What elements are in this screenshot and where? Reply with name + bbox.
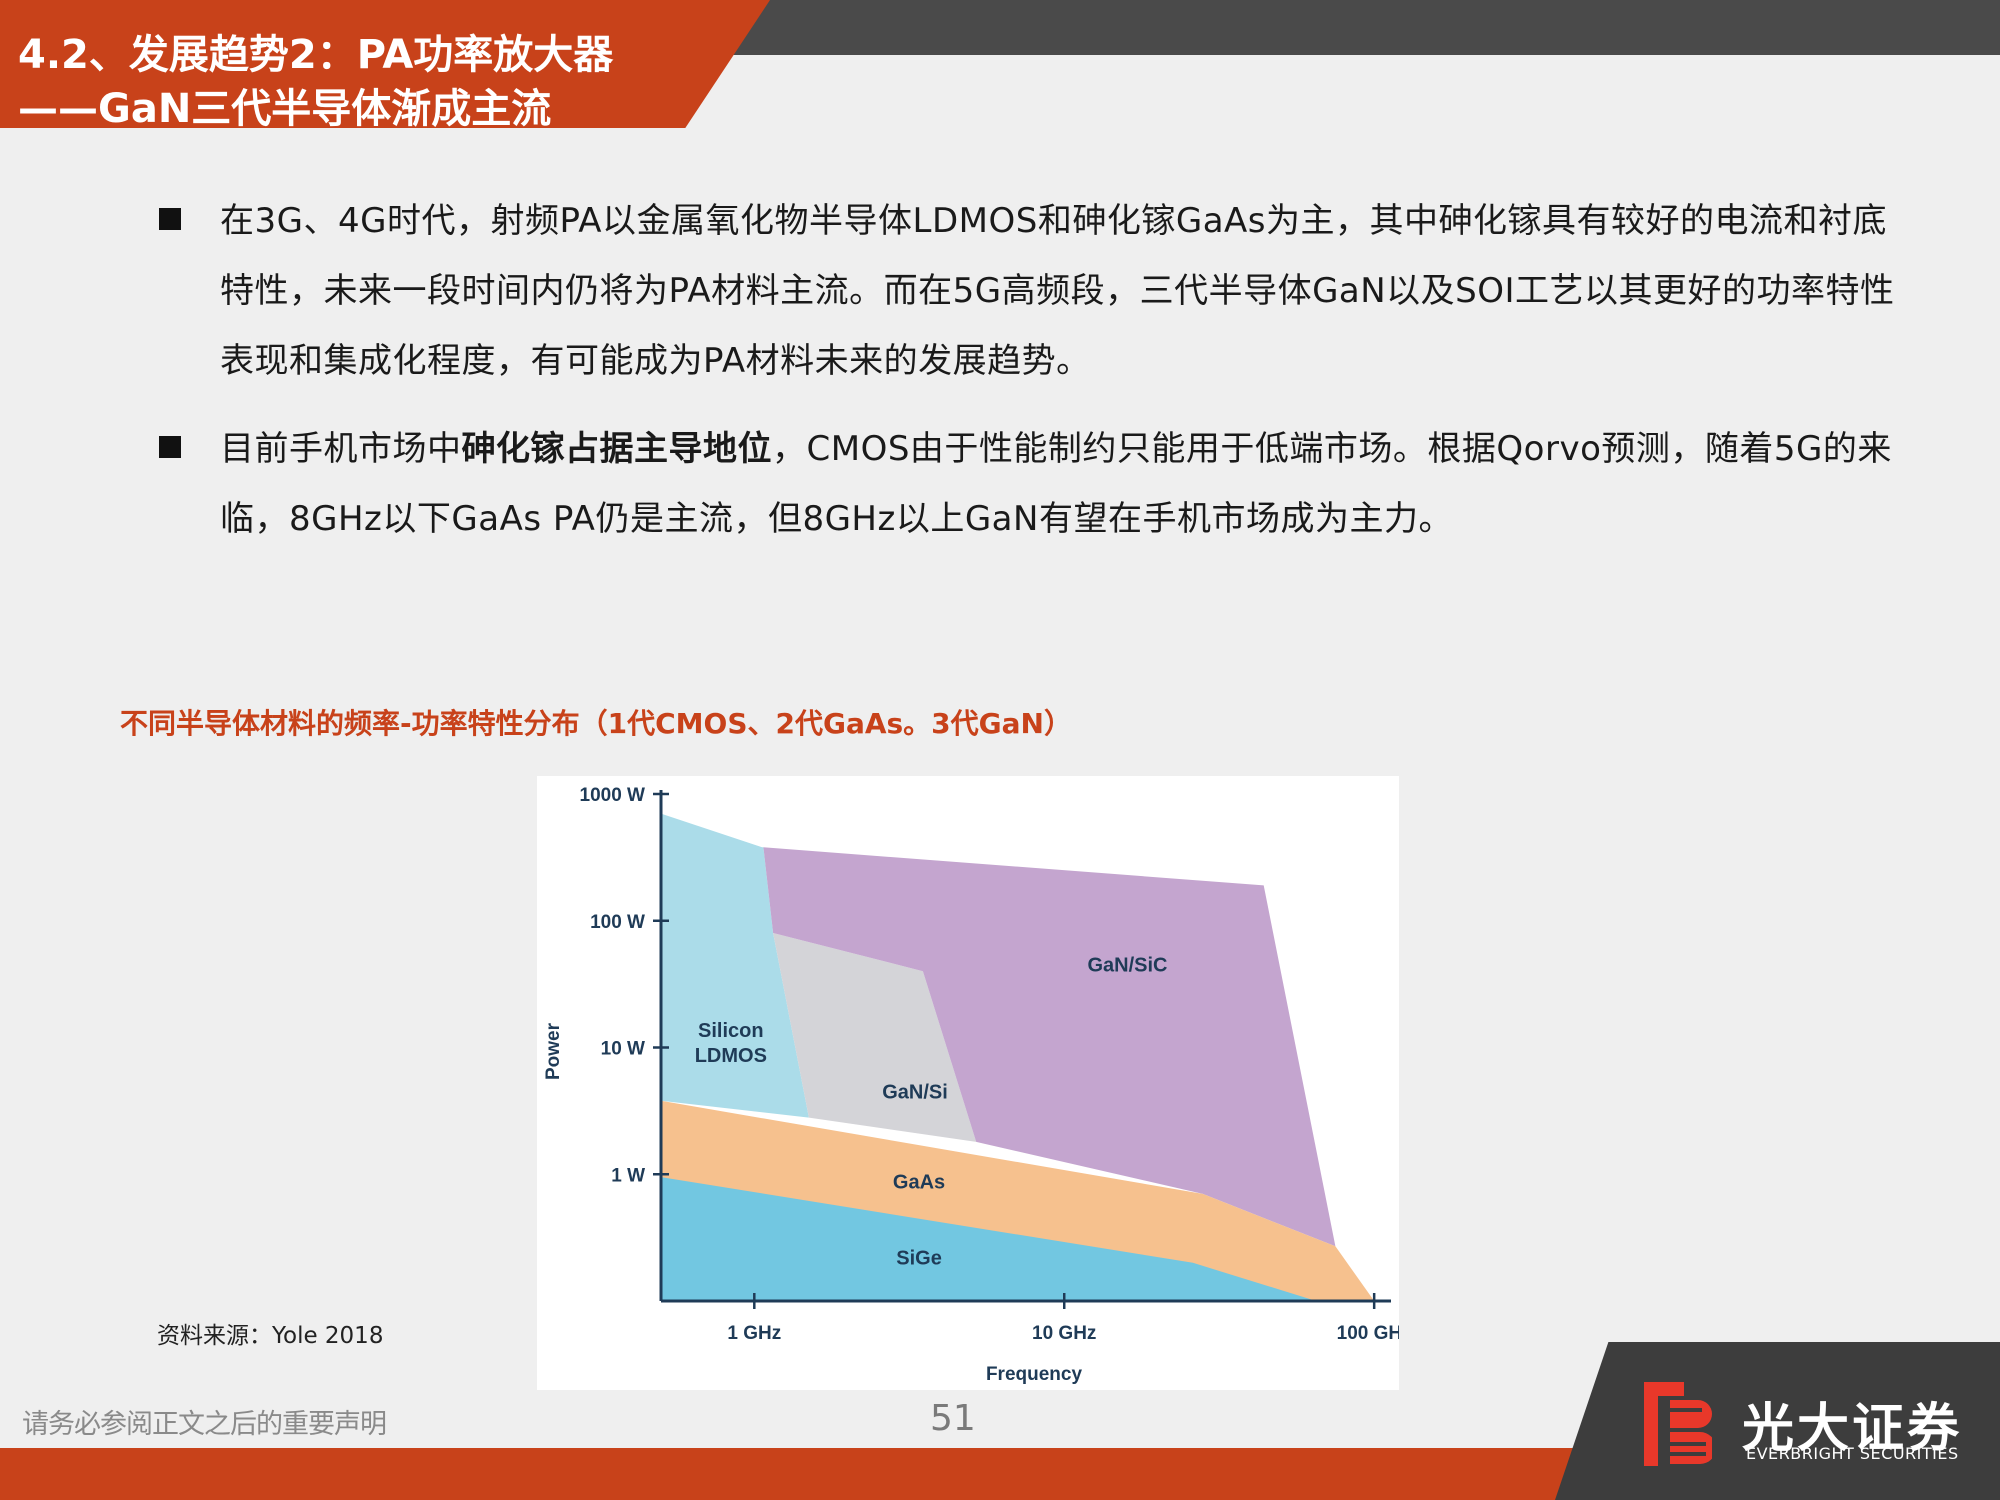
y-tick-label: 10 W bbox=[601, 1039, 645, 1060]
frequency-power-chart: 1 W 10 W 100 W 1000 W 1 GHz 10 GHz 100 GHz Freq… bbox=[543, 785, 1399, 1385]
series-label: LDMOS bbox=[695, 1045, 767, 1067]
disclaimer-note: 请务必参阅正文之后的重要声明 bbox=[22, 1409, 387, 1440]
slide-subtitle: ——GaN三代半导体渐成主流 bbox=[18, 86, 552, 132]
bullet-item: 目前手机市场中砷化镓占据主导地位，CMOS由于性能制约只能用于低端市场。根据Qo… bbox=[155, 414, 1915, 554]
slide-title: 4.2、发展趋势2：PA功率放大器 bbox=[18, 32, 614, 78]
x-tick-label: 1 GHz bbox=[727, 1323, 781, 1344]
y-tick-label: 1000 W bbox=[580, 785, 646, 806]
source-note: 资料来源：Yole 2018 bbox=[157, 1323, 384, 1349]
everbright-logo-icon bbox=[1644, 1382, 1712, 1466]
bullet-item: 在3G、4G时代，射频PA以金属氧化物半导体LDMOS和砷化镓GaAs为主，其中… bbox=[155, 186, 1915, 396]
x-axis-title: Frequency bbox=[986, 1364, 1083, 1385]
series-label: SiGe bbox=[896, 1248, 942, 1270]
y-tick-label: 1 W bbox=[611, 1165, 645, 1186]
logo-text-en: EVERBRIGHT SECURITIES bbox=[1746, 1444, 1959, 1463]
bullet-list: 在3G、4G时代，射频PA以金属氧化物半导体LDMOS和砷化镓GaAs为主，其中… bbox=[155, 186, 1915, 572]
y-tick-label: 100 W bbox=[590, 912, 645, 933]
bullet-square-icon bbox=[159, 208, 181, 230]
chart-container: 1 W 10 W 100 W 1000 W 1 GHz 10 GHz 100 GHz Freq… bbox=[537, 776, 1399, 1390]
page-number: 51 bbox=[930, 1398, 976, 1439]
chart-caption: 不同半导体材料的频率-功率特性分布（1代CMOS、2代GaAs。3代GaN） bbox=[120, 707, 1072, 740]
bullet-text: 目前手机市场中砷化镓占据主导地位，CMOS由于性能制约只能用于低端市场。根据Qo… bbox=[220, 414, 1915, 554]
series-label: GaN/Si bbox=[882, 1081, 948, 1103]
x-tick-label: 100 GHz bbox=[1337, 1323, 1399, 1344]
bullet-segment: 在3G、4G时代，射频PA以金属氧化物半导体LDMOS和砷化镓GaAs为主，其中… bbox=[220, 201, 1895, 381]
bullet-segment-bold: 砷化镓占据主导地位 bbox=[461, 429, 772, 469]
y-axis-title: Power bbox=[543, 1022, 564, 1080]
bullet-text: 在3G、4G时代，射频PA以金属氧化物半导体LDMOS和砷化镓GaAs为主，其中… bbox=[220, 186, 1915, 396]
x-tick-label: 10 GHz bbox=[1032, 1323, 1096, 1344]
bullet-segment: 目前手机市场中 bbox=[220, 429, 462, 469]
series-label: GaN/SiC bbox=[1087, 955, 1167, 977]
bullet-square-icon bbox=[159, 436, 181, 458]
series-label: Silicon bbox=[698, 1020, 764, 1042]
series-label: GaAs bbox=[893, 1171, 945, 1193]
